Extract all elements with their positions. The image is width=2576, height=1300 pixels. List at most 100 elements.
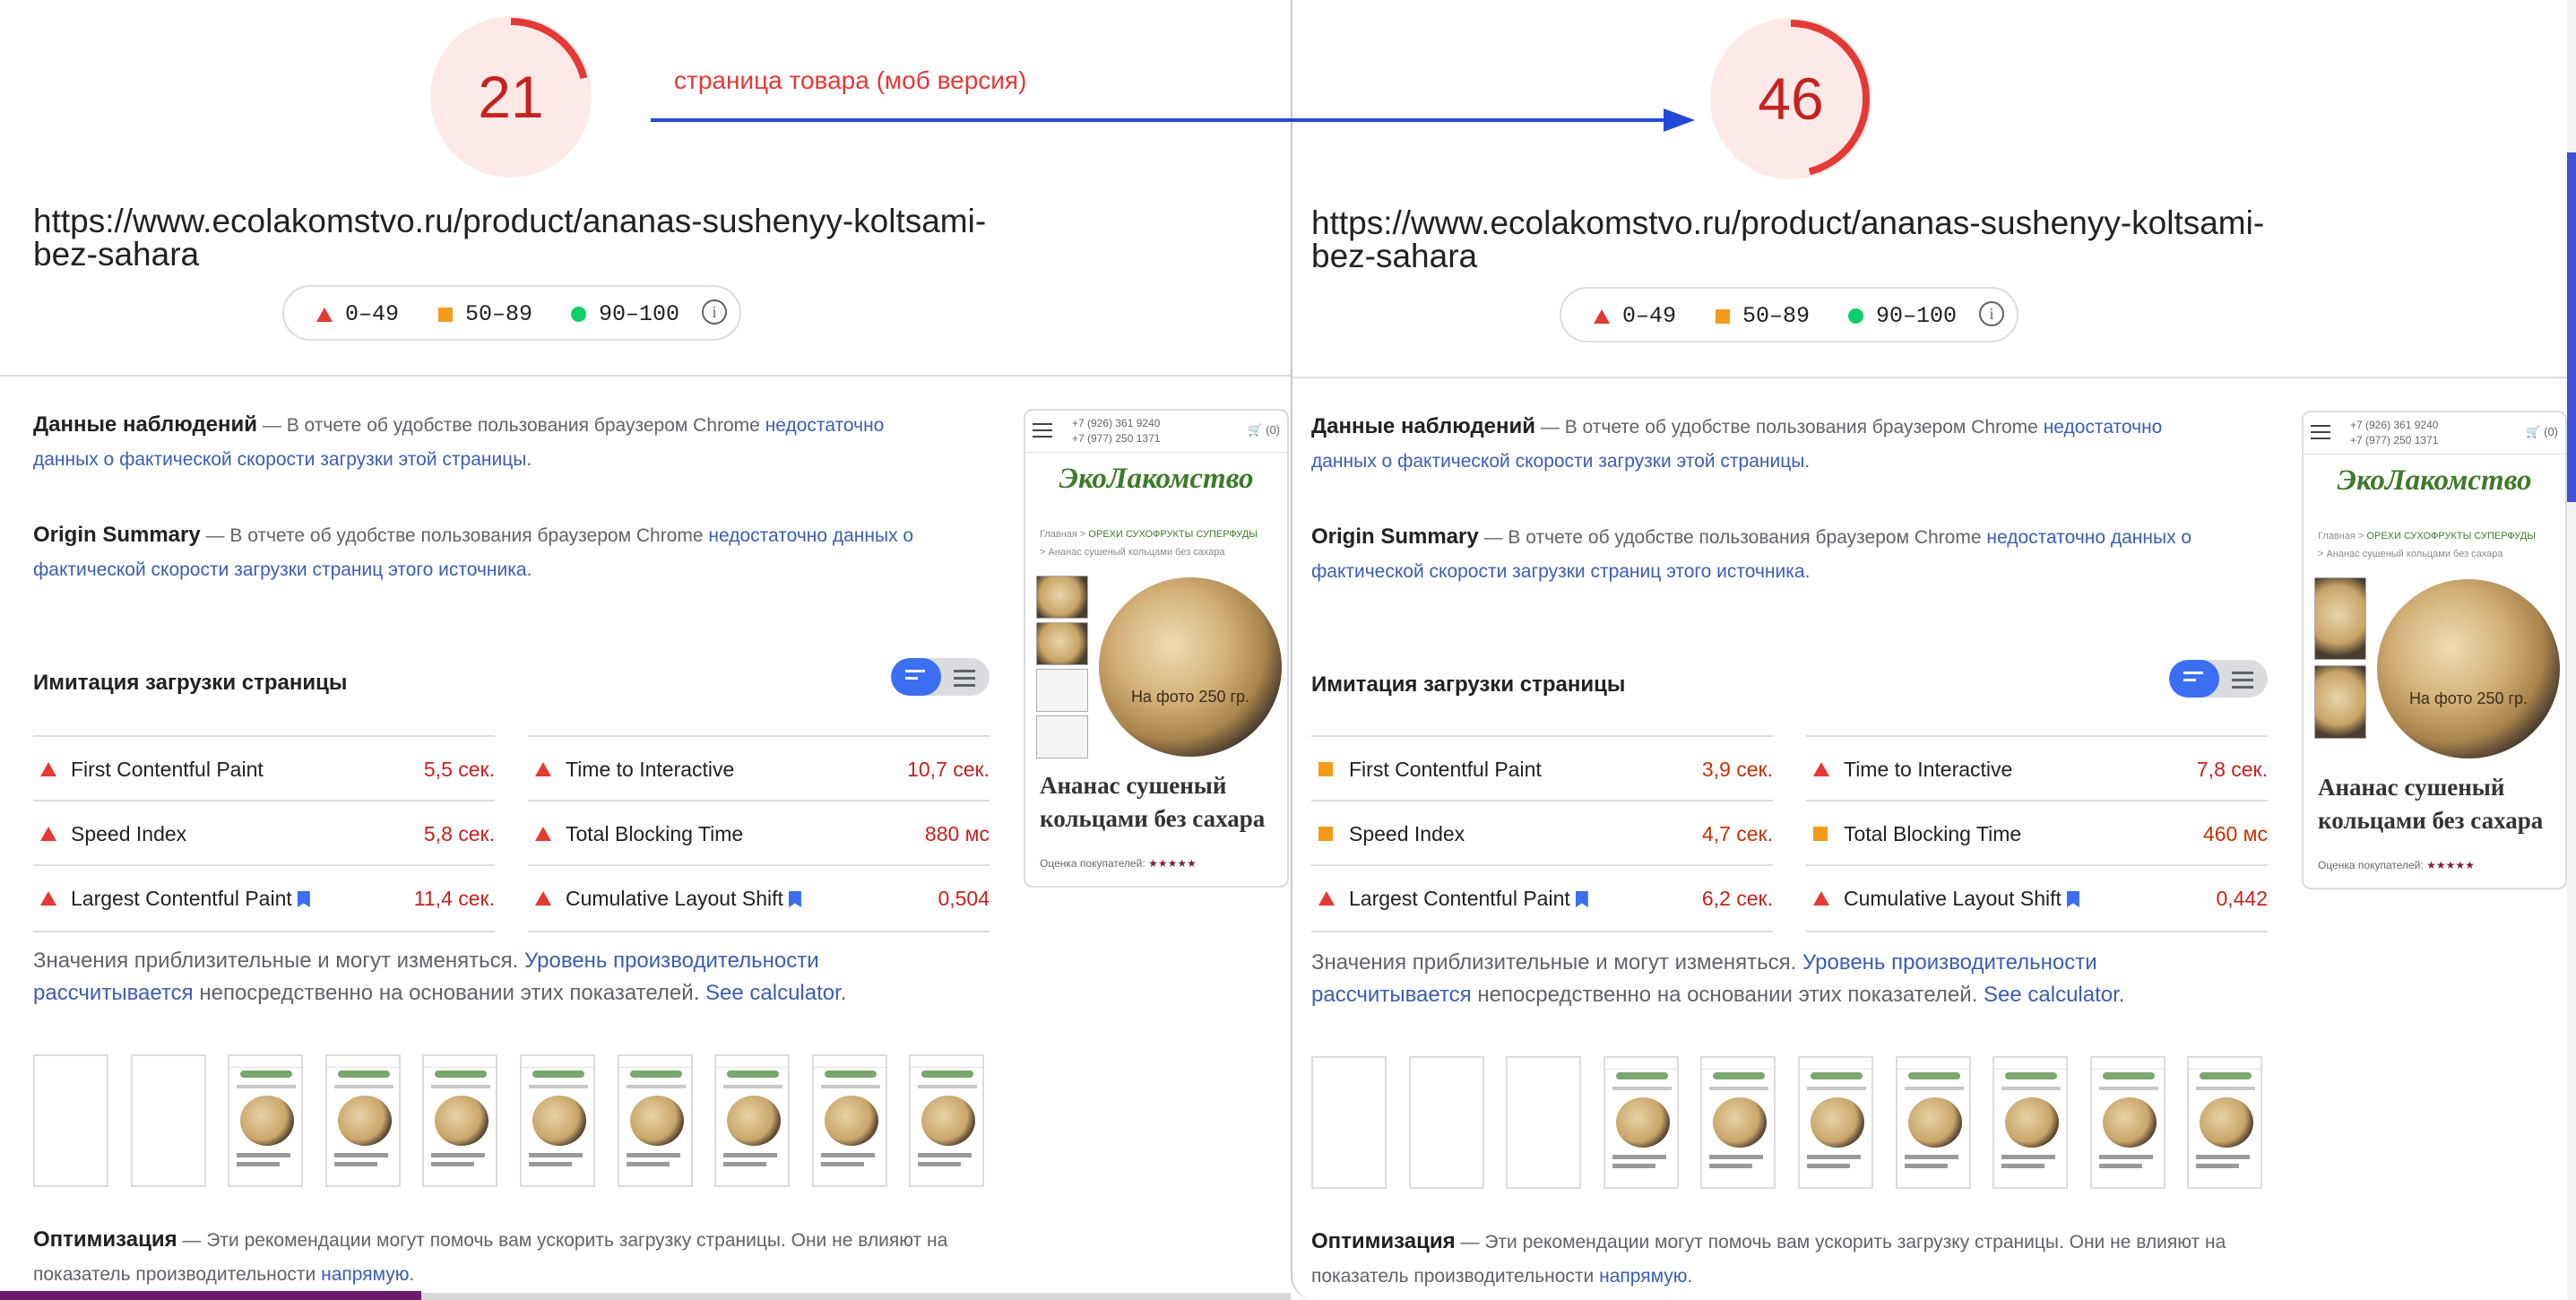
crumb-category: ОРЕХИ СУХОФРУКТЫ СУПЕРФУДЫ xyxy=(2366,531,2536,542)
metrics-view-toggle[interactable] xyxy=(891,658,990,696)
menu-icon xyxy=(2311,425,2330,444)
see-calculator-link[interactable]: See calculator xyxy=(1984,983,2119,1007)
metric-name: Largest Contentful Paint xyxy=(1349,887,1570,910)
report-panel-right: 46 https://www.ecolakomstvo.ru/product/a… xyxy=(1291,0,2569,1300)
fail-triangle-icon xyxy=(535,762,551,776)
opportunities-title: Оптимизация xyxy=(1311,1229,1456,1253)
fail-triangle-icon xyxy=(40,827,56,841)
opportunities-end: . xyxy=(1687,1266,1693,1287)
site-phones: +7 (926) 361 9240 +7 (977) 250 1371 xyxy=(1072,416,1160,446)
rating-stars: ★★★★★ xyxy=(2426,859,2475,871)
info-icon[interactable]: i xyxy=(702,299,727,325)
legend-fail: 0–49 xyxy=(345,301,400,327)
average-square-icon xyxy=(1716,308,1730,324)
page-url: https://www.ecolakomstvo.ru/product/anan… xyxy=(1311,206,2315,273)
phone-1: +7 (926) 361 9240 xyxy=(1072,417,1161,429)
divider xyxy=(0,375,1291,377)
metric-value: 5,8 сек. xyxy=(423,822,495,845)
site-phones: +7 (926) 361 9240 +7 (977) 250 1371 xyxy=(2350,418,2438,448)
origin-summary-end: . xyxy=(526,559,532,580)
origin-summary-section: Origin Summary — В отчете об удобстве по… xyxy=(33,518,938,587)
metric-value: 6,2 сек. xyxy=(1701,887,1773,910)
phone-2: +7 (977) 250 1371 xyxy=(1072,432,1161,445)
metric-name: Speed Index xyxy=(71,822,187,845)
rating-label: Оценка покупателей: xyxy=(2318,859,2424,871)
bookmark-icon[interactable] xyxy=(788,891,801,907)
bookmark-icon[interactable] xyxy=(297,891,310,907)
metric-value: 460 мс xyxy=(2202,822,2268,845)
url-line-1: https://www.ecolakomstvo.ru/product/anan… xyxy=(33,203,987,239)
metric-name: Largest Contentful Paint xyxy=(71,887,292,910)
metric-value: 3,9 сек. xyxy=(1701,758,1773,781)
opportunities-title: Оптимизация xyxy=(33,1227,177,1252)
lab-data-title: Имитация загрузки страницы xyxy=(1311,672,1626,697)
legend-pass: 90–100 xyxy=(1876,303,1958,329)
metric-name: Time to Interactive xyxy=(566,758,735,781)
product-rating: Оценка покупателей: ★★★★★ xyxy=(2318,859,2475,871)
product-thumbnail xyxy=(2314,665,2366,739)
origin-summary-text: — В отчете об удобстве пользования брауз… xyxy=(1478,527,1987,548)
filmstrip-frame xyxy=(811,1054,887,1187)
taskbar-strip xyxy=(421,1293,1291,1300)
metric-label: Cumulative Layout Shift xyxy=(1844,866,2079,931)
filmstrip-frame xyxy=(1700,1056,1776,1189)
product-thumbnail xyxy=(1036,715,1088,758)
crumb-category: ОРЕХИ СУХОФРУКТЫ СУПЕРФУДЫ xyxy=(1088,529,1258,540)
metric-name: First Contentful Paint xyxy=(1349,758,1542,781)
scroll-indicator xyxy=(2567,152,2576,502)
bookmark-icon[interactable] xyxy=(1575,891,1588,907)
filmstrip-frame xyxy=(1506,1056,1582,1189)
metric-value: 7,8 сек. xyxy=(2196,758,2268,781)
metric-label: Largest Contentful Paint xyxy=(71,866,310,931)
legend-average: 50–89 xyxy=(1742,303,1811,329)
cart-icon: 🛒 (0) xyxy=(1248,423,1280,437)
metric-row: Total Blocking Time 880 мс xyxy=(528,800,990,866)
opportunities-link[interactable]: напрямую xyxy=(1599,1266,1687,1287)
average-square-icon xyxy=(438,307,453,322)
bookmark-icon[interactable] xyxy=(2066,891,2079,907)
rating-label: Оценка покупателей: xyxy=(1040,857,1145,870)
annotation-arrow xyxy=(651,108,1695,132)
expanded-view-icon[interactable] xyxy=(954,670,975,691)
report-panel-left: 21 https://www.ecolakomstvo.ru/product/a… xyxy=(0,0,1291,1300)
product-thumbnail xyxy=(1036,669,1088,712)
metric-name: Total Blocking Time xyxy=(566,822,744,845)
cart-icon: 🛒 (0) xyxy=(2526,425,2558,438)
site-header: +7 (926) 361 9240 +7 (977) 250 1371 🛒 (0) xyxy=(1025,411,1287,453)
opportunities-link[interactable]: напрямую xyxy=(321,1264,409,1285)
fail-triangle-icon xyxy=(40,762,56,776)
annotation-label: страница товара (моб версия) xyxy=(674,66,1027,94)
metric-row: Total Blocking Time 460 мс xyxy=(1806,800,2268,866)
metric-label: Largest Contentful Paint xyxy=(1349,866,1588,931)
url-line-2: bez-sahara xyxy=(1311,238,1478,274)
site-logo: ЭкоЛакомство xyxy=(1059,463,1254,495)
metric-name: First Contentful Paint xyxy=(71,758,264,781)
metric-label: Total Blocking Time xyxy=(566,802,743,866)
metric-value: 10,7 сек. xyxy=(907,758,990,781)
product-title: Ананас сушеный кольцами без сахара xyxy=(1040,772,1266,832)
origin-summary-end: . xyxy=(1804,561,1811,582)
product-thumbnail xyxy=(1036,576,1088,619)
metric-name: Total Blocking Time xyxy=(1844,822,2022,845)
see-calculator-link[interactable]: See calculator xyxy=(705,981,841,1005)
metric-row: Cumulative Layout Shift 0,504 xyxy=(528,864,990,932)
info-icon[interactable]: i xyxy=(1979,301,2004,326)
menu-icon xyxy=(1033,423,1052,442)
image-label: На фото 250 гр. xyxy=(2408,689,2528,707)
fail-triangle-icon xyxy=(535,891,551,906)
final-screenshot: +7 (926) 361 9240 +7 (977) 250 1371 🛒 (0)… xyxy=(2302,411,2567,889)
metrics-note: Значения приблизительные и могут изменят… xyxy=(33,945,983,1010)
crumb-home: Главная xyxy=(1040,529,1077,540)
cart-count: (0) xyxy=(2544,425,2558,438)
fail-triangle-icon xyxy=(1318,891,1335,906)
expanded-view-icon[interactable] xyxy=(2232,672,2253,693)
product-thumbnail xyxy=(1036,622,1088,665)
divider xyxy=(1292,377,2569,378)
score-legend: 0–49 50–89 90–100 i xyxy=(1560,287,2018,342)
filmstrip-frame xyxy=(1408,1056,1484,1189)
product-rating: Оценка покупателей: ★★★★★ xyxy=(1040,857,1197,870)
field-data-title: Данные наблюдений xyxy=(1311,414,1536,438)
product-thumbnail xyxy=(2314,577,2366,660)
metrics-view-toggle[interactable] xyxy=(2169,660,2268,698)
filmstrip-frame xyxy=(33,1054,108,1187)
